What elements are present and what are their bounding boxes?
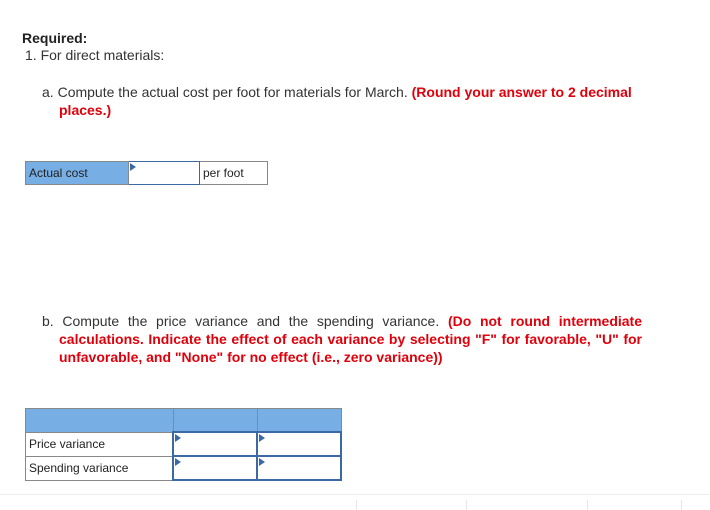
table-row: Price variance xyxy=(25,431,342,457)
dropdown-flag-icon xyxy=(259,458,265,466)
header-cell-effect xyxy=(256,408,342,433)
input-flag-icon xyxy=(175,458,181,466)
actual-cost-cell xyxy=(128,161,200,185)
price-variance-label: Price variance xyxy=(25,431,174,457)
footer-divider xyxy=(0,494,710,495)
spending-variance-effect-cell xyxy=(256,455,342,481)
actual-cost-table: Actual cost per foot xyxy=(25,161,268,185)
part-a-marker: a. xyxy=(42,84,54,100)
footer-column-divider xyxy=(587,500,588,510)
per-foot-label: per foot xyxy=(199,161,268,185)
variance-table: Price variance Spending variance xyxy=(25,408,342,481)
part-b-question: b. Compute the price variance and the sp… xyxy=(42,312,642,366)
input-flag-icon xyxy=(175,434,181,442)
spending-variance-amount-input[interactable] xyxy=(174,457,256,479)
dropdown-flag-icon xyxy=(259,434,265,442)
part-a-text: Compute the actual cost per foot for mat… xyxy=(57,84,408,100)
price-variance-effect-select[interactable] xyxy=(258,433,340,455)
price-variance-amount-input[interactable] xyxy=(174,433,256,455)
actual-cost-label: Actual cost xyxy=(25,161,129,185)
part-b-text: Compute the price variance and the spend… xyxy=(62,313,440,329)
price-variance-effect-cell xyxy=(256,431,342,457)
spending-variance-amount-cell xyxy=(172,455,258,481)
spending-variance-label: Spending variance xyxy=(25,455,174,481)
header-cell-amount xyxy=(172,408,258,433)
question-1-label: 1. For direct materials: xyxy=(25,47,165,63)
footer-column-divider xyxy=(466,500,467,510)
input-flag-icon xyxy=(130,163,136,171)
actual-cost-row: Actual cost per foot xyxy=(25,161,268,185)
spending-variance-effect-select[interactable] xyxy=(258,457,340,479)
table-row: Spending variance xyxy=(25,455,342,481)
part-b-marker: b. xyxy=(42,313,54,329)
part-a-question: a. Compute the actual cost per foot for … xyxy=(42,83,652,119)
footer-column-divider xyxy=(681,500,682,510)
variance-header-row xyxy=(25,408,342,433)
footer-column-divider xyxy=(356,500,357,510)
required-heading: Required: xyxy=(22,30,88,46)
price-variance-amount-cell xyxy=(172,431,258,457)
actual-cost-input[interactable] xyxy=(129,162,199,184)
header-cell-label xyxy=(25,408,174,433)
